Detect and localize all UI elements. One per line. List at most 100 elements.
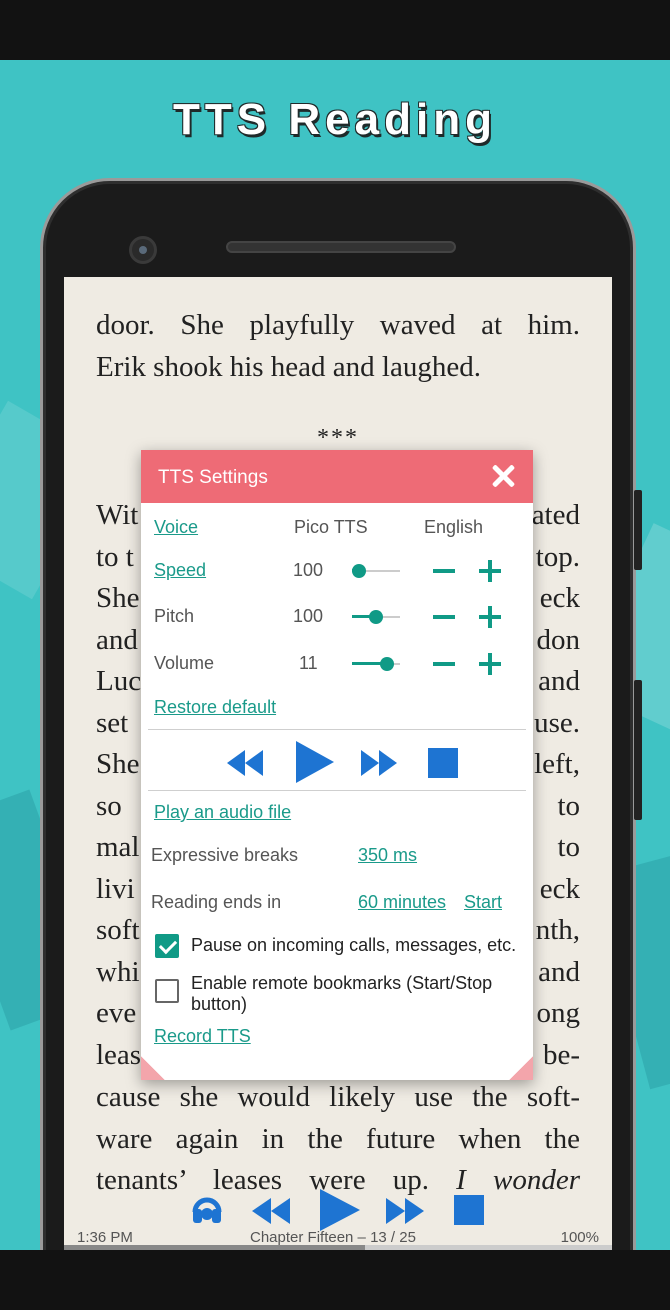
rewind-icon[interactable] — [227, 750, 263, 776]
book-fragment: set — [96, 706, 129, 739]
book-fragment: and — [96, 623, 138, 656]
top-bar — [0, 0, 670, 60]
book-fragment: livi — [96, 872, 135, 905]
book-fragment: Luc — [96, 665, 142, 697]
phone-side-button — [634, 680, 642, 820]
volume-slider[interactable] — [352, 655, 400, 673]
reading-ends-label: Reading ends in — [151, 892, 282, 912]
book-fragment: nth, — [535, 914, 580, 946]
book-fragment: be- — [542, 1038, 580, 1071]
remote-bookmarks-label: Enable remote bookmarks (Start/Stop butt… — [191, 973, 493, 1014]
play-audio-file-link[interactable]: Play an audio file — [154, 802, 291, 823]
volume-label: Volume — [154, 653, 215, 673]
status-chapter: Chapter Fifteen – 13 / 25 — [250, 1229, 416, 1246]
fast-forward-icon[interactable] — [386, 1198, 424, 1224]
reading-ends-value[interactable]: 60 minutes — [358, 892, 446, 913]
volume-minus-icon[interactable] — [433, 653, 455, 675]
speed-row: Speed 100 — [141, 556, 533, 586]
expressive-breaks-label: Expressive breaks — [151, 845, 299, 865]
book-left-fragments: Wit to t She and Luc set She so mal livi… — [96, 495, 141, 1076]
camera-icon — [129, 236, 157, 264]
dialog-header: TTS Settings — [141, 450, 533, 503]
book-fragment: whi — [96, 955, 140, 988]
book-fragment: eck — [539, 582, 580, 614]
speed-slider[interactable] — [352, 562, 400, 580]
pause-calls-checkbox[interactable] — [155, 934, 179, 958]
expressive-breaks-row: Expressive breaks 350 ms — [141, 841, 533, 871]
divider — [148, 790, 526, 791]
play-icon[interactable] — [320, 1189, 360, 1231]
book-fragment: ated — [531, 499, 580, 531]
play-audio-row: Play an audio file — [141, 798, 533, 828]
book-fragment: ong — [536, 997, 581, 1029]
voice-row: Voice Pico TTS English — [141, 513, 533, 543]
headphones-icon[interactable] — [190, 1192, 224, 1226]
pitch-label: Pitch — [154, 606, 195, 626]
book-text-top: door. She playfully waved at him. Erik s… — [96, 305, 580, 460]
book-fragment: use. — [534, 706, 580, 739]
slider-thumb — [369, 610, 383, 624]
resize-handle[interactable] — [141, 1056, 165, 1080]
expressive-breaks-value[interactable]: 350 ms — [358, 845, 417, 866]
restore-row: Restore default — [141, 693, 533, 723]
divider — [148, 729, 526, 730]
pitch-minus-icon[interactable] — [433, 606, 455, 628]
speaker-grille — [226, 241, 456, 253]
book-fragment: don — [536, 623, 581, 656]
book-line: Erik shook his head and laughed. — [96, 350, 481, 383]
play-icon[interactable] — [296, 741, 334, 783]
book-fragment: soft — [96, 914, 140, 946]
tts-player-controls — [141, 741, 533, 783]
book-fragment: She — [96, 748, 140, 780]
speed-plus-icon[interactable] — [479, 560, 501, 582]
voice-link[interactable]: Voice — [154, 517, 198, 538]
reading-ends-start-link[interactable]: Start — [464, 892, 502, 913]
voice-engine: Pico TTS — [294, 517, 368, 537]
volume-value: 11 — [299, 653, 318, 673]
remote-bookmarks-option[interactable]: Enable remote bookmarks (Start/Stop butt… — [155, 972, 525, 1018]
speed-link[interactable]: Speed — [154, 560, 206, 581]
reader-tts-controls — [184, 1189, 484, 1232]
volume-plus-icon[interactable] — [479, 653, 501, 675]
book-line: cause she would likely use the soft- — [96, 1081, 580, 1113]
status-percent: 100% — [560, 1229, 599, 1246]
resize-handle[interactable] — [509, 1056, 533, 1080]
book-fragment: top. — [535, 540, 580, 573]
speed-minus-icon[interactable] — [433, 560, 455, 582]
fast-forward-icon[interactable] — [361, 750, 397, 776]
tts-settings-dialog: TTS Settings Voice Pico TTS English Spee… — [141, 450, 533, 1080]
close-icon[interactable] — [489, 462, 517, 490]
phone-side-button — [634, 490, 642, 570]
book-fragment: mal — [96, 831, 140, 863]
pitch-slider[interactable] — [352, 608, 400, 626]
dialog-title: TTS Settings — [158, 467, 268, 488]
slider-thumb — [352, 564, 367, 578]
book-text-bottom: cause she would likely use the soft- war… — [96, 1077, 580, 1202]
remote-bookmarks-checkbox[interactable] — [155, 979, 179, 1003]
book-fragment: so — [96, 789, 122, 822]
book-fragment: She — [96, 582, 140, 614]
record-tts-link[interactable]: Record TTS — [154, 1026, 251, 1047]
pause-calls-option[interactable]: Pause on incoming calls, messages, etc. — [155, 934, 525, 962]
pitch-value: 100 — [293, 606, 324, 626]
voice-language: English — [424, 517, 484, 537]
pause-calls-label: Pause on incoming calls, messages, etc. — [191, 935, 517, 955]
stop-icon[interactable] — [428, 748, 458, 778]
book-fragment: to — [557, 831, 580, 863]
book-fragment: and — [538, 665, 580, 697]
slider-thumb — [379, 657, 394, 671]
rewind-icon[interactable] — [252, 1198, 290, 1224]
book-fragment: eve — [96, 997, 137, 1029]
book-fragment: leas — [96, 1038, 142, 1071]
record-tts-row: Record TTS — [141, 1022, 533, 1052]
book-fragment: left, — [534, 748, 580, 780]
book-fragment: to — [557, 789, 580, 822]
promo-title: TTS Reading — [173, 95, 497, 144]
restore-default-link[interactable]: Restore default — [154, 697, 276, 718]
pitch-plus-icon[interactable] — [479, 606, 501, 628]
book-fragment: to t — [96, 540, 134, 573]
volume-row: Volume 11 — [141, 649, 533, 679]
book-right-fragments: ated top. eck don and use. left, to to e… — [532, 495, 580, 1076]
stop-icon[interactable] — [454, 1195, 484, 1225]
book-fragment: Wit — [96, 499, 139, 531]
